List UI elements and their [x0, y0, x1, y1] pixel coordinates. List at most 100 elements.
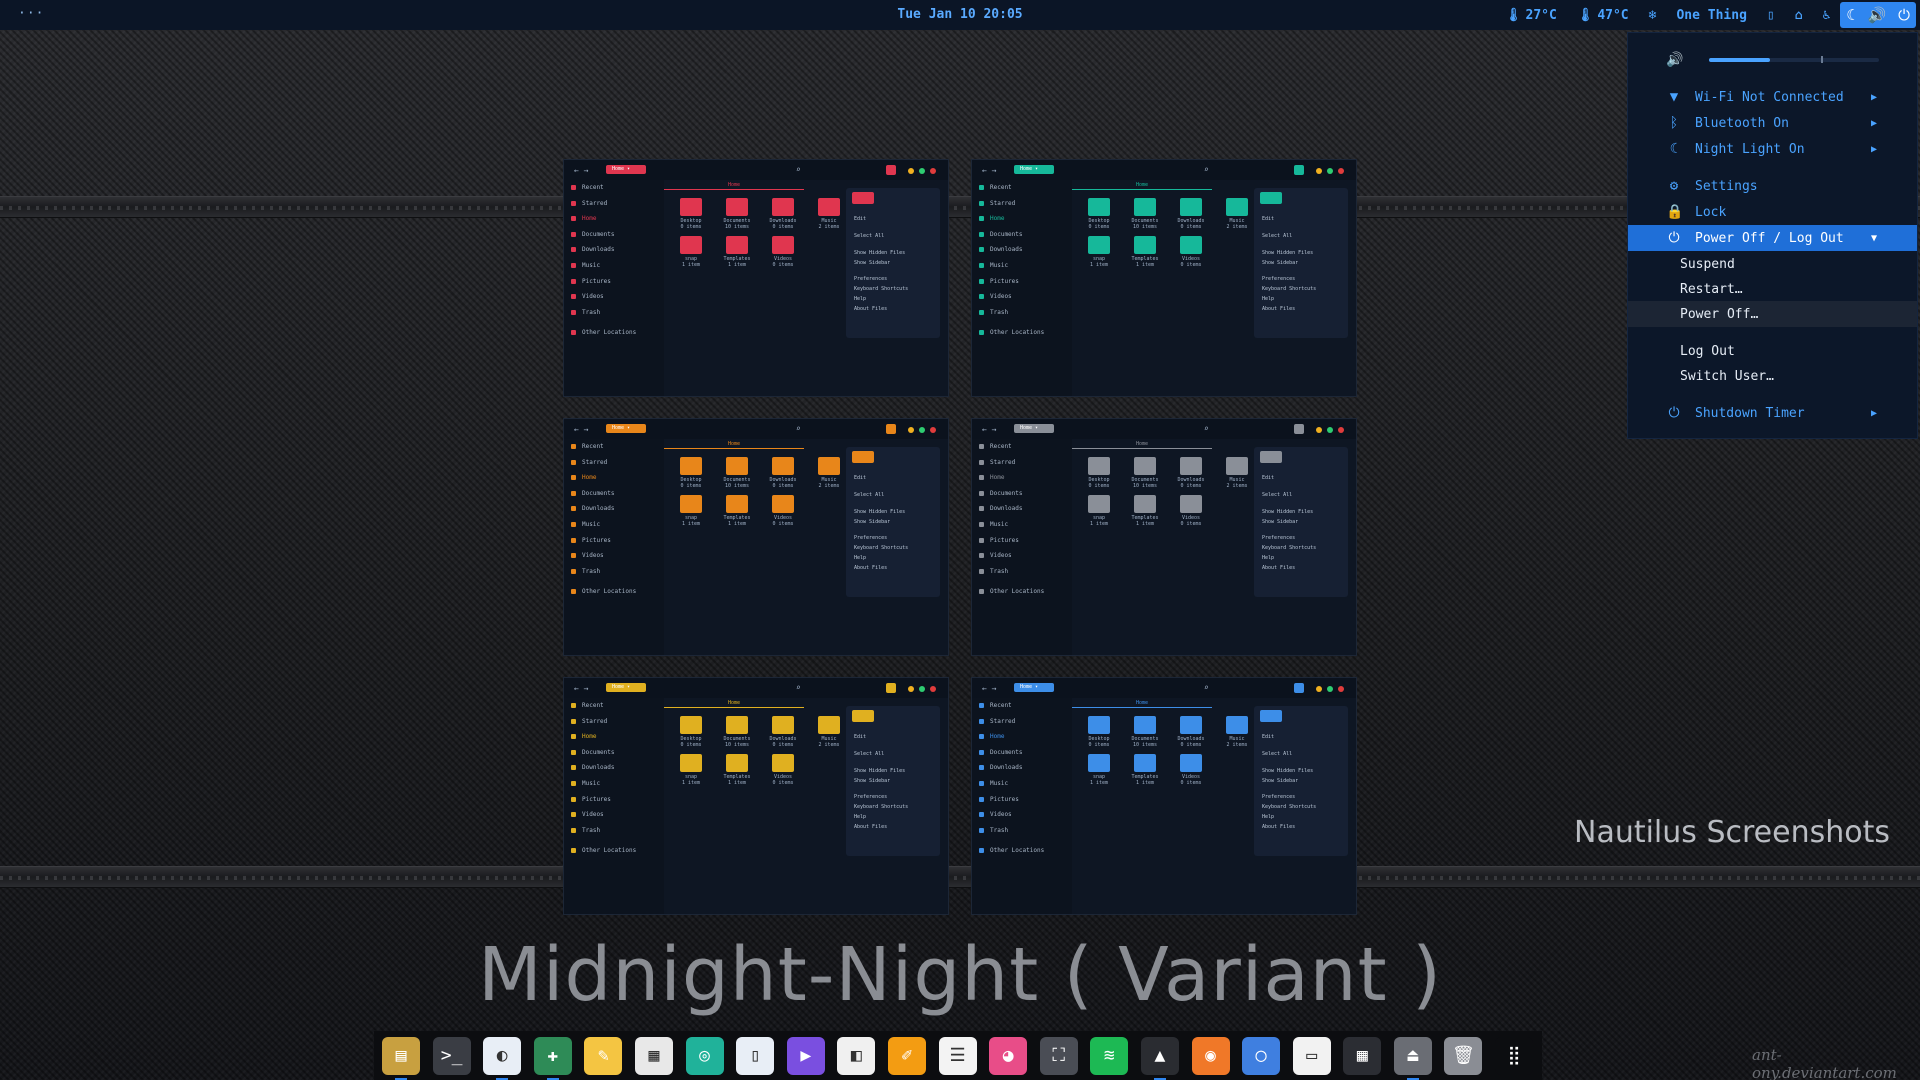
tab-home[interactable]: Home [1072, 698, 1212, 708]
folder-item[interactable]: snap 1 item [676, 236, 706, 268]
sidebar-item[interactable]: Videos [564, 548, 664, 564]
sidebar-item[interactable]: Documents [564, 227, 664, 243]
sidebar-item[interactable]: Music [972, 776, 1072, 792]
sidebar-item[interactable]: Recent [972, 439, 1072, 455]
location-pill[interactable]: Home ▾ [1014, 683, 1054, 692]
menu-item[interactable]: About Files [1262, 824, 1295, 830]
clipboard-icon[interactable]: ▯ [1767, 8, 1775, 23]
accessibility-icon[interactable]: ♿ [1823, 8, 1831, 23]
folder-item[interactable]: Templates 1 item [722, 236, 752, 268]
sidebar-item[interactable]: Music [972, 258, 1072, 274]
sidebar-item[interactable]: Videos [972, 548, 1072, 564]
calculator-icon[interactable]: ▦ [1343, 1036, 1382, 1075]
folder-item[interactable]: snap 1 item [1084, 236, 1114, 268]
maximize-button[interactable] [919, 427, 925, 433]
switch-user-item[interactable]: Switch User… [1628, 363, 1917, 389]
sidebar-item[interactable]: Pictures [564, 792, 664, 808]
sidebar-item[interactable]: Downloads [972, 760, 1072, 776]
log-out-item[interactable]: Log Out [1628, 338, 1917, 364]
search-icon[interactable]: ⌕ [796, 683, 801, 692]
folder-item[interactable]: Downloads 0 items [768, 198, 798, 230]
maximize-button[interactable] [919, 686, 925, 692]
menu-item[interactable]: About Files [854, 824, 887, 830]
menu-item[interactable]: Preferences [854, 535, 887, 541]
folder-item[interactable]: Downloads 0 items [1176, 457, 1206, 489]
location-pill[interactable]: Home ▾ [1014, 165, 1054, 174]
tab-home[interactable]: Home [664, 180, 804, 190]
tab-home[interactable]: Home [1072, 439, 1212, 449]
night-light-item[interactable]: ☾ Night Light On ▶ [1628, 136, 1917, 162]
suspend-item[interactable]: Suspend [1628, 251, 1917, 277]
folder-item[interactable]: Documents 10 items [1130, 716, 1160, 748]
menu-item[interactable]: Preferences [1262, 276, 1295, 282]
folder-item[interactable]: snap 1 item [676, 754, 706, 786]
folder-item[interactable]: Videos 0 items [1176, 754, 1206, 786]
new-folder-icon[interactable] [1260, 710, 1282, 722]
menu-item[interactable]: Show Sidebar [854, 260, 890, 266]
menu-item[interactable]: About Files [854, 306, 887, 312]
back-forward-icon[interactable]: ← → [574, 684, 588, 693]
sidebar-item[interactable]: Home [564, 470, 664, 486]
sidebar-item[interactable]: Starred [972, 714, 1072, 730]
color-wheel-icon[interactable]: ◕ [989, 1036, 1028, 1075]
color-picker-icon[interactable]: ✐ [887, 1036, 926, 1075]
aperture-icon[interactable]: ◎ [685, 1036, 724, 1075]
sidebar-item[interactable]: Home [564, 211, 664, 227]
location-pill[interactable]: Home ▾ [606, 424, 646, 433]
close-button[interactable] [930, 686, 936, 692]
folder-item[interactable]: Downloads 0 items [1176, 198, 1206, 230]
menu-item[interactable]: Show Sidebar [1262, 778, 1298, 784]
home-icon[interactable]: ⌂ [1795, 8, 1803, 23]
new-folder-icon[interactable] [1260, 192, 1282, 204]
menu-item[interactable]: Edit [1262, 216, 1274, 222]
menu-item[interactable]: Edit [1262, 475, 1274, 481]
sidebar-item[interactable]: Trash [972, 823, 1072, 839]
wifi-item[interactable]: ▼ Wi-Fi Not Connected ▶ [1628, 84, 1917, 110]
menu-item[interactable]: Select All [854, 492, 884, 498]
sidebar-item[interactable]: Trash [972, 564, 1072, 580]
folder-item[interactable]: Documents 10 items [1130, 457, 1160, 489]
back-forward-icon[interactable]: ← → [982, 684, 996, 693]
folder-item[interactable]: Templates 1 item [722, 495, 752, 527]
menu-button[interactable] [1294, 683, 1304, 693]
folder-item[interactable]: Templates 1 item [1130, 236, 1160, 268]
sidebar-item[interactable]: Music [564, 258, 664, 274]
sidebar-item[interactable]: Other Locations [564, 843, 664, 859]
menu-button[interactable] [886, 424, 896, 434]
search-icon[interactable]: ⌕ [796, 424, 801, 433]
folder-item[interactable]: Templates 1 item [1130, 754, 1160, 786]
folder-item[interactable]: Music 2 items [814, 457, 844, 489]
menu-item[interactable]: Help [1262, 814, 1274, 820]
sidebar-item[interactable]: Downloads [564, 242, 664, 258]
new-folder-icon[interactable] [1260, 451, 1282, 463]
folder-item[interactable]: Desktop 0 items [1084, 716, 1114, 748]
minimize-button[interactable] [908, 686, 914, 692]
sidebar-item[interactable]: Trash [564, 305, 664, 321]
minimize-button[interactable] [1316, 168, 1322, 174]
folder-item[interactable]: snap 1 item [676, 495, 706, 527]
calendar-icon[interactable]: ▦ [634, 1036, 673, 1075]
folder-item[interactable]: Downloads 0 items [768, 716, 798, 748]
sidebar-item[interactable]: Pictures [564, 274, 664, 290]
terminal-icon[interactable]: >_ [432, 1036, 471, 1075]
activities-button[interactable]: ··· [18, 6, 44, 21]
sidebar-item[interactable]: Home [972, 729, 1072, 745]
menu-item[interactable]: Show Hidden Files [854, 768, 905, 774]
menu-item[interactable]: Show Sidebar [854, 778, 890, 784]
menu-item[interactable]: Preferences [1262, 535, 1295, 541]
spotify-icon[interactable]: ≋ [1090, 1036, 1129, 1075]
sidebar-item[interactable]: Downloads [972, 242, 1072, 258]
sidebar-item[interactable]: Music [972, 517, 1072, 533]
back-forward-icon[interactable]: ← → [574, 425, 588, 434]
menu-item[interactable]: Select All [1262, 233, 1292, 239]
menu-item[interactable]: Show Hidden Files [1262, 250, 1313, 256]
sidebar-item[interactable]: Recent [564, 698, 664, 714]
new-folder-icon[interactable] [852, 192, 874, 204]
inkscape-icon[interactable]: ▲ [1140, 1036, 1179, 1080]
menu-item[interactable]: Show Hidden Files [1262, 768, 1313, 774]
folder-item[interactable]: Desktop 0 items [1084, 457, 1114, 489]
folder-item[interactable]: snap 1 item [1084, 495, 1114, 527]
menu-button[interactable] [886, 165, 896, 175]
new-folder-icon[interactable] [852, 451, 874, 463]
clock[interactable]: Tue Jan 10 20:05 [897, 7, 1022, 22]
